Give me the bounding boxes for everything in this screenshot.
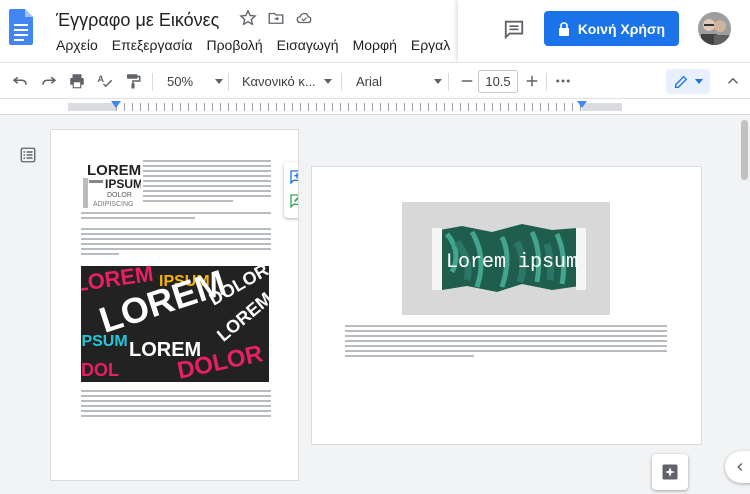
- print-button[interactable]: [68, 71, 86, 91]
- editing-mode-button[interactable]: [666, 69, 710, 94]
- menu-insert[interactable]: Εισαγωγή: [277, 37, 339, 53]
- chevron-left-icon: [737, 462, 743, 472]
- ruler[interactable]: [0, 99, 750, 115]
- avatar[interactable]: [698, 12, 731, 45]
- style-value: Κανονικό κ...: [242, 73, 316, 89]
- suggest-edit-icon[interactable]: [289, 193, 298, 209]
- print-icon: [70, 74, 84, 89]
- paragraph-text: [345, 325, 667, 360]
- menu-view[interactable]: Προβολή: [206, 37, 262, 53]
- vertical-scrollbar[interactable]: [739, 116, 750, 494]
- document-canvas: LOREM IPSUM DOLOR ADIPISCING LOREM IPSUM…: [0, 116, 750, 494]
- minus-icon: [461, 80, 473, 82]
- undo-icon: [12, 76, 27, 85]
- more-options-button[interactable]: [554, 71, 572, 91]
- page-1[interactable]: LOREM IPSUM DOLOR ADIPISCING LOREM IPSUM…: [51, 130, 298, 480]
- spellcheck-icon: A: [98, 74, 113, 88]
- menu-bar: Αρχείο Επεξεργασία Προβολή Εισαγωγή Μορφ…: [56, 37, 464, 53]
- pencil-icon: [675, 75, 688, 88]
- plus-icon: [526, 75, 538, 87]
- page-2[interactable]: Lorem ipsum: [312, 167, 701, 444]
- comments-icon[interactable]: [503, 18, 525, 40]
- zoom-value: 50%: [167, 73, 194, 89]
- chevron-down-icon: [323, 78, 332, 84]
- share-button[interactable]: Κοινή Χρήση: [544, 11, 679, 46]
- header-actions: Κοινή Χρήση: [458, 0, 750, 62]
- lorem-collage-image: LOREM IPSUM DOLOR LOREM IPSUM LOREM DOLO…: [81, 266, 269, 382]
- menu-tools[interactable]: Εργαλ: [411, 37, 450, 53]
- torn-paper-image: Lorem ipsum: [402, 202, 610, 315]
- decrease-font-size-button[interactable]: [458, 71, 476, 91]
- explore-sparkle-icon: [662, 464, 678, 480]
- document-title[interactable]: Έγγραφο με Εικόνες: [56, 10, 219, 31]
- right-indent-marker[interactable]: [577, 101, 587, 108]
- font-select[interactable]: Arial: [356, 71, 443, 91]
- star-icon[interactable]: [239, 9, 257, 27]
- undo-button[interactable]: [11, 71, 29, 91]
- svg-text:DOL: DOL: [81, 360, 119, 380]
- move-folder-icon[interactable]: [267, 9, 285, 27]
- hide-menus-button[interactable]: [724, 71, 742, 91]
- user-photo-icon: [698, 12, 731, 45]
- svg-text:Lorem ipsum: Lorem ipsum: [446, 251, 578, 274]
- paragraph-text: [81, 390, 271, 420]
- font-value: Arial: [356, 73, 383, 89]
- chevron-up-icon: [727, 77, 739, 84]
- menu-format[interactable]: Μορφή: [353, 37, 397, 53]
- header: Έγγραφο με Εικόνες Αρχείο Επεξεργασία Πρ…: [0, 0, 750, 62]
- chevron-down-icon: [215, 78, 224, 84]
- menu-file[interactable]: Αρχείο: [56, 37, 98, 53]
- chevron-down-icon: [434, 78, 443, 84]
- svg-text:ADIPISCING: ADIPISCING: [93, 201, 133, 208]
- explore-button[interactable]: [652, 454, 688, 490]
- comment-tools-panel: [284, 162, 298, 218]
- document-outline-icon[interactable]: [19, 146, 37, 164]
- style-select[interactable]: Κανονικό κ...: [242, 71, 332, 91]
- paragraph-text: [81, 228, 271, 258]
- paint-format-icon: [127, 74, 141, 89]
- formatting-toolbar: A 50% Κανονικό κ... Arial 10.5: [0, 62, 750, 99]
- chevron-down-icon: [695, 79, 703, 84]
- svg-text:DOLOR: DOLOR: [107, 192, 132, 199]
- add-comment-icon[interactable]: [289, 169, 298, 185]
- zoom-select[interactable]: 50%: [167, 71, 224, 91]
- redo-icon: [42, 76, 57, 85]
- increase-font-size-button[interactable]: [523, 71, 541, 91]
- paint-format-button[interactable]: [124, 71, 142, 91]
- font-size-input[interactable]: 10.5: [478, 70, 518, 93]
- lorem-typography-image: LOREM IPSUM DOLOR ADIPISCING: [81, 160, 141, 210]
- left-indent-marker[interactable]: [111, 101, 121, 108]
- share-label: Κοινή Χρήση: [577, 20, 666, 37]
- lock-icon: [558, 21, 569, 36]
- redo-button[interactable]: [40, 71, 58, 91]
- more-horiz-icon: [556, 79, 570, 83]
- spellcheck-button[interactable]: A: [96, 71, 114, 91]
- svg-text:A: A: [98, 74, 105, 84]
- paragraph-text: [81, 212, 271, 222]
- paragraph-text: [143, 160, 271, 205]
- show-side-panel-button[interactable]: [725, 451, 750, 483]
- docs-logo-icon[interactable]: [9, 9, 33, 45]
- svg-text:IPSUM: IPSUM: [105, 177, 141, 191]
- scroll-thumb[interactable]: [741, 120, 748, 180]
- docs-app: Έγγραφο με Εικόνες Αρχείο Επεξεργασία Πρ…: [0, 0, 750, 494]
- cloud-status-icon[interactable]: [295, 9, 313, 27]
- menu-edit[interactable]: Επεξεργασία: [112, 37, 193, 53]
- svg-text:IPSUM: IPSUM: [81, 333, 128, 350]
